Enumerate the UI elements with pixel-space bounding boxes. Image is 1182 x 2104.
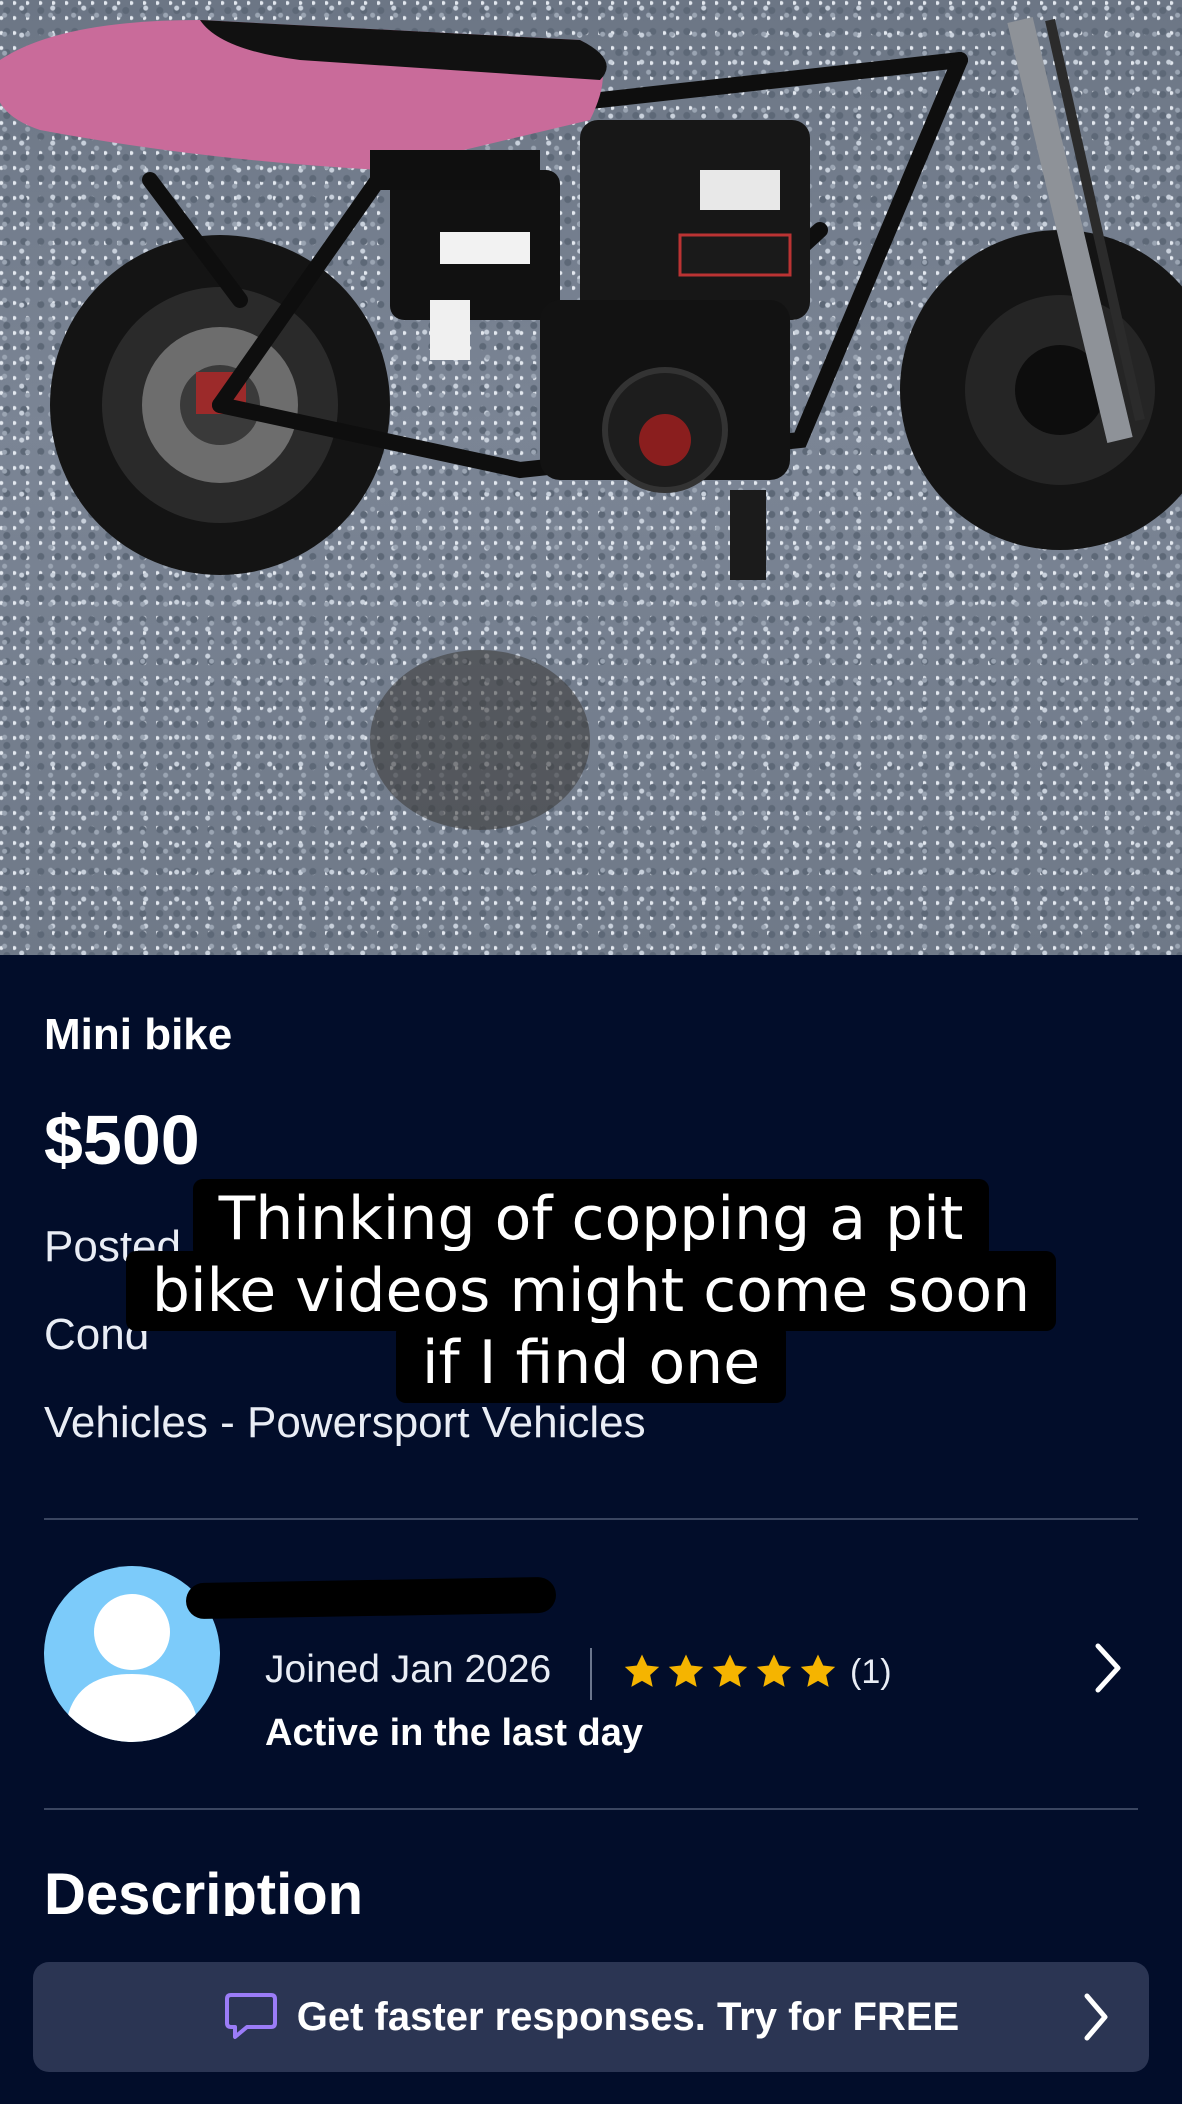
listing-price: $500 bbox=[44, 1101, 200, 1179]
divider bbox=[590, 1648, 592, 1700]
chat-bubble-icon bbox=[224, 1993, 277, 2039]
caption-overlay: Thinking of copping a pit bike videos mi… bbox=[0, 1179, 1182, 1403]
category-label: Vehicles - Powersport Vehicles bbox=[44, 1398, 646, 1447]
rating-count: (1) bbox=[850, 1652, 892, 1691]
caption-line: if I find one bbox=[395, 1323, 787, 1403]
description-section: Description bbox=[44, 1850, 644, 1916]
faster-responses-banner[interactable]: Get faster responses. Try for FREE bbox=[33, 1962, 1149, 2072]
caption-line: Thinking of copping a pit bbox=[192, 1179, 990, 1259]
star-icon bbox=[624, 1654, 660, 1687]
divider bbox=[44, 1808, 1138, 1810]
listing-photo[interactable] bbox=[0, 0, 1182, 955]
seller-joined: Joined Jan 2026 bbox=[265, 1648, 552, 1691]
mini-bike-image bbox=[0, 16, 1182, 830]
seller-activity: Active in the last day bbox=[265, 1712, 644, 1754]
listing-title: Mini bike bbox=[44, 1010, 233, 1059]
seller-rating: (1) bbox=[622, 1652, 892, 1692]
caption-line: bike videos might come soon bbox=[125, 1251, 1057, 1331]
star-icon bbox=[800, 1654, 836, 1687]
star-icon bbox=[668, 1654, 704, 1687]
divider bbox=[44, 1518, 1138, 1520]
star-icon bbox=[712, 1654, 748, 1687]
description-heading: Description bbox=[44, 1862, 364, 1916]
chevron-right-icon bbox=[1084, 1993, 1108, 2041]
seller-name-redacted bbox=[185, 1576, 557, 1620]
cta-label: Get faster responses. Try for FREE bbox=[296, 1994, 960, 2039]
seller-profile-row[interactable]: Joined Jan 2026 (1) Active in the last d… bbox=[44, 1566, 1138, 1754]
chevron-right-icon[interactable] bbox=[1088, 1638, 1128, 1698]
star-icon bbox=[756, 1654, 792, 1687]
listing-screen: Mini bike $500 Posted Cond Vehicles - Po… bbox=[0, 0, 1182, 2104]
